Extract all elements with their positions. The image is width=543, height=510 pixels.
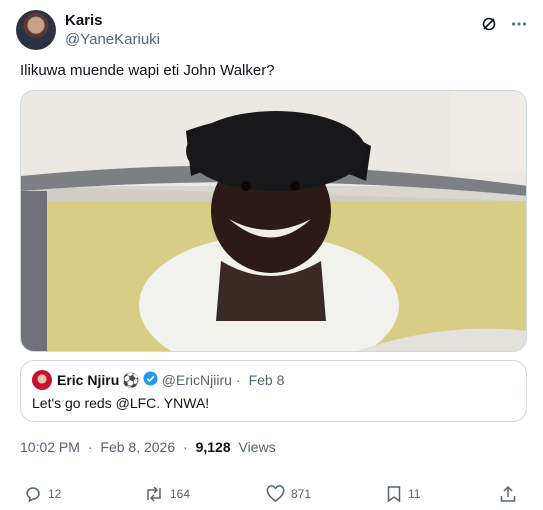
quote-date: Feb 8 (248, 372, 285, 388)
repost-count: 164 (170, 487, 191, 501)
quote-separator: · (235, 372, 241, 388)
photo-illustration (21, 91, 526, 351)
share-icon (499, 485, 523, 503)
grok-icon[interactable] (481, 16, 497, 32)
bookmark-icon (386, 485, 408, 503)
repost-button[interactable]: 164 (144, 485, 190, 503)
tweet-text: Ilikuwa muende wapi eti John Walker? (20, 62, 275, 79)
quote-header: Eric Njiru ⚽ @EricNjiiru · Feb 8 (32, 370, 284, 390)
views-label: Views (238, 439, 276, 455)
tweet-header: Karis @YaneKariuki (16, 10, 527, 50)
reply-icon (24, 485, 48, 503)
tweet-meta: 10:02 PM · Feb 8, 2026 · 9,128 Views (20, 439, 276, 455)
verified-badge-icon (143, 371, 158, 389)
quoted-tweet[interactable]: Eric Njiru ⚽ @EricNjiiru · Feb 8 Let's g… (20, 360, 527, 422)
bookmark-button[interactable]: 11 (386, 485, 420, 503)
header-actions (481, 16, 527, 32)
reply-button[interactable]: 12 (24, 485, 61, 503)
author-names: Karis @YaneKariuki (65, 11, 160, 49)
quote-text: Let's go reds @LFC. YNWA! (32, 395, 210, 411)
meta-separator: · (87, 439, 93, 455)
quote-display-name: Eric Njiru (57, 372, 120, 388)
tweet-date[interactable]: Feb 8, 2026 (100, 439, 175, 455)
author-handle[interactable]: @YaneKariuki (65, 30, 160, 49)
quote-avatar (32, 370, 52, 390)
like-button[interactable]: 871 (266, 485, 311, 503)
repost-icon (144, 485, 170, 503)
bookmark-count: 11 (408, 487, 421, 501)
action-bar: 12 164 871 11 (20, 483, 527, 505)
author-display-name[interactable]: Karis (65, 11, 160, 30)
author-avatar[interactable] (16, 10, 56, 50)
share-button[interactable] (499, 485, 523, 503)
heart-icon (266, 485, 291, 503)
tweet-photo[interactable] (20, 90, 527, 352)
reply-count: 12 (48, 487, 62, 501)
quote-handle: @EricNjiiru (161, 372, 232, 388)
tweet-time[interactable]: 10:02 PM (20, 439, 80, 455)
meta-separator-2: · (183, 439, 188, 455)
soccer-ball-emoji: ⚽ (122, 371, 140, 388)
like-count: 871 (291, 487, 312, 501)
more-icon[interactable] (511, 21, 527, 27)
views-count: 9,128 (195, 439, 231, 455)
